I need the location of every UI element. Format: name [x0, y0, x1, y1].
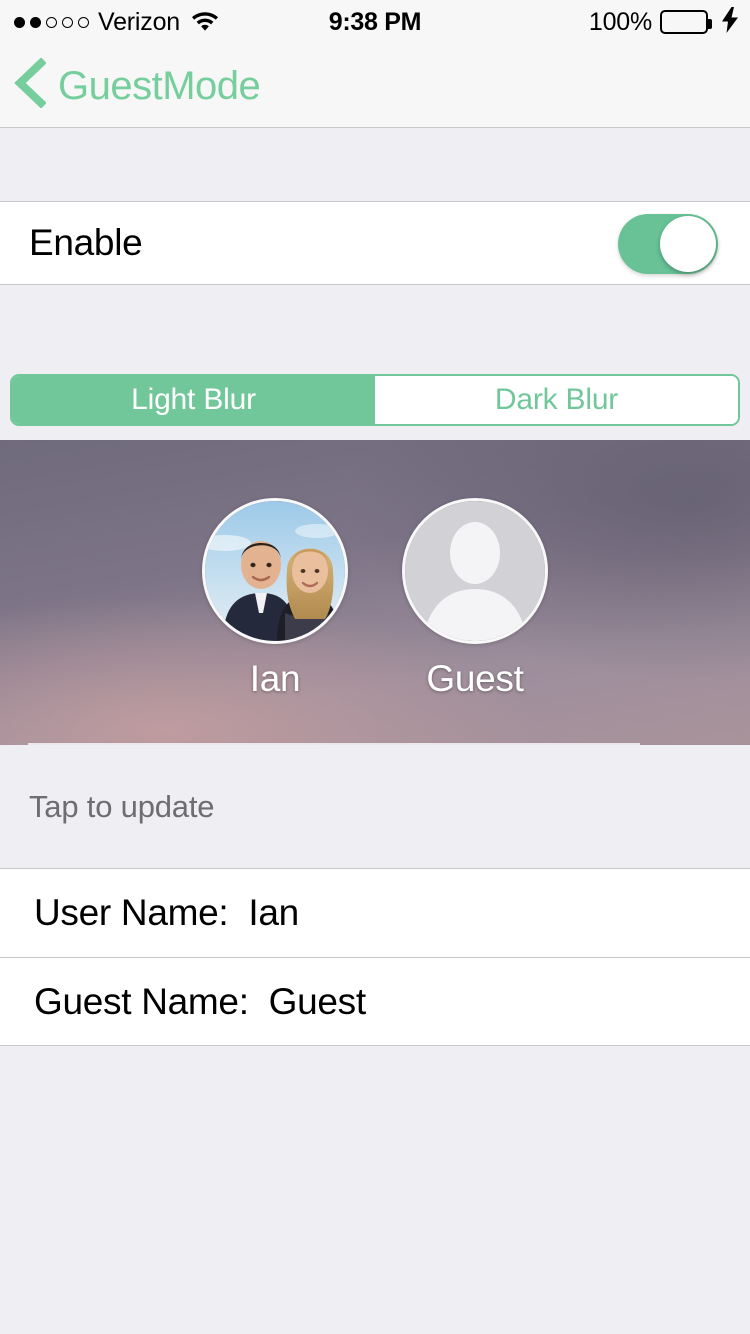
avatar[interactable]: [402, 498, 548, 644]
back-button[interactable]: GuestMode: [14, 57, 261, 113]
bottom-background: [0, 1048, 750, 1334]
names-group: User Name: Ian Guest Name: Guest: [0, 868, 750, 1046]
blur-style-segmented-control[interactable]: Light Blur Dark Blur: [10, 374, 740, 426]
photo-avatar-icon: [205, 501, 345, 641]
screen: Verizon 9:38 PM 100% GuestMode Enable Li…: [0, 0, 750, 1334]
preview-guest-name: Guest: [426, 658, 524, 699]
preview-user-list: Ian Guest: [0, 440, 750, 745]
preview-guest-tile[interactable]: Guest: [386, 498, 564, 700]
preview-user-tile[interactable]: Ian: [186, 498, 364, 700]
battery-icon: [660, 10, 712, 34]
enable-row[interactable]: Enable: [0, 201, 750, 285]
battery-percent-label: 100%: [588, 7, 652, 36]
lightning-bolt-icon: [722, 6, 738, 38]
user-name-row[interactable]: User Name: Ian: [0, 869, 750, 957]
avatar[interactable]: [202, 498, 348, 644]
status-bar-right: 100%: [588, 6, 738, 38]
tap-to-update-label: Tap to update: [29, 788, 215, 824]
row-divider-bottom: [0, 284, 750, 285]
preview-user-name: Ian: [249, 658, 301, 699]
lockscreen-preview[interactable]: Ian Guest: [0, 440, 750, 745]
user-name-row-label: User Name: Ian: [34, 892, 299, 933]
enable-toggle[interactable]: [618, 214, 718, 274]
segment-light-blur[interactable]: Light Blur: [12, 376, 375, 424]
status-bar: Verizon 9:38 PM 100%: [0, 0, 750, 44]
battery-cap: [708, 19, 712, 29]
default-person-avatar-icon: [405, 501, 545, 641]
enable-label: Enable: [29, 222, 143, 263]
toggle-knob[interactable]: [660, 216, 716, 272]
back-button-label[interactable]: GuestMode: [58, 66, 261, 106]
navigation-bar: GuestMode: [0, 44, 750, 128]
row-divider-top: [0, 201, 750, 202]
chevron-left-icon[interactable]: [14, 57, 47, 113]
guest-name-row-label: Guest Name: Guest: [34, 980, 366, 1022]
guest-name-row[interactable]: Guest Name: Guest: [0, 957, 750, 1045]
segment-dark-blur[interactable]: Dark Blur: [375, 376, 738, 424]
tap-to-update-section[interactable]: Tap to update: [0, 745, 750, 868]
